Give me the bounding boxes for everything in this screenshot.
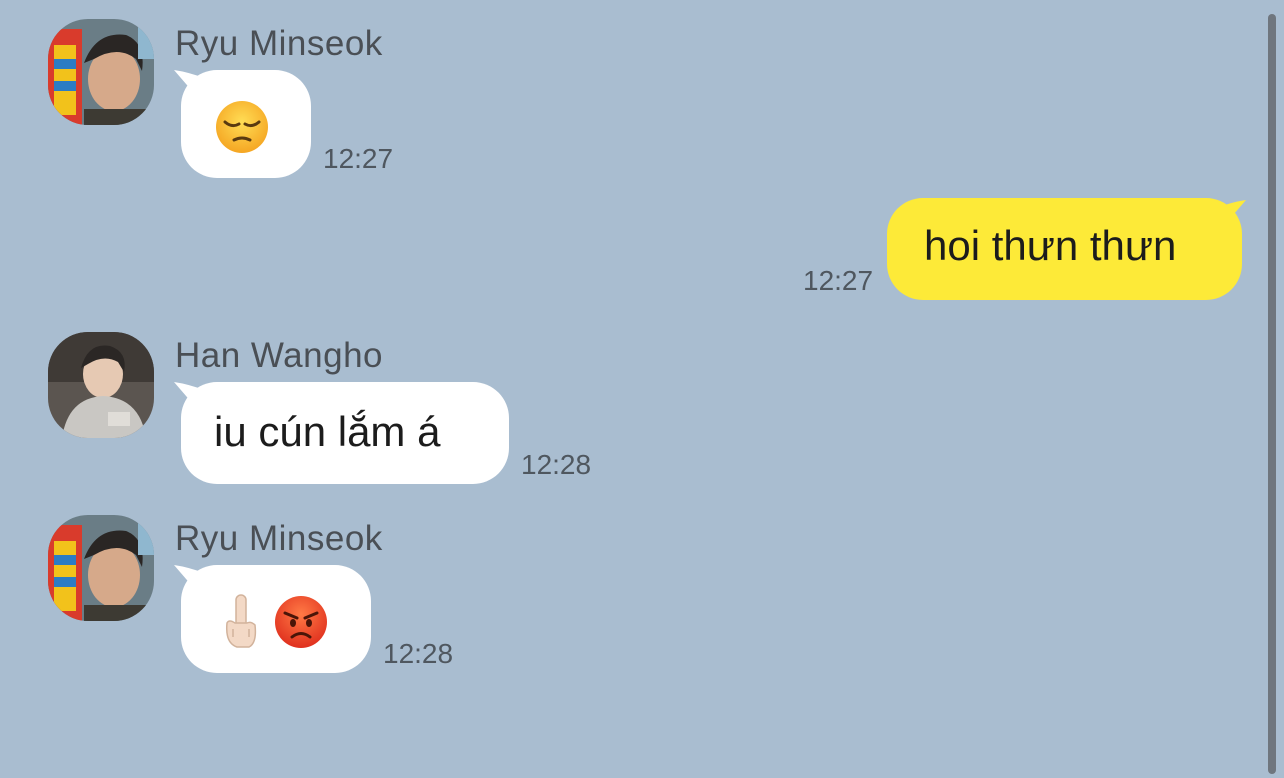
pensive-face-icon [216, 101, 268, 153]
avatar-ryu-minseok[interactable] [48, 19, 154, 125]
message-timestamp: 12:27 [323, 143, 394, 174]
avatar-han-wangho[interactable] [48, 332, 154, 438]
message-bubble[interactable]: iu cún lắm á [181, 382, 509, 484]
message-text: hoi thưn thưn [924, 222, 1177, 269]
message-bubble[interactable] [181, 70, 311, 178]
middle-finger-icon [225, 594, 257, 648]
message-timestamp: 12:27 [803, 265, 874, 296]
message-text: iu cún lắm á [214, 408, 441, 455]
sender-name: Han Wangho [175, 336, 383, 375]
message-bubble[interactable]: hoi thưn thưn [887, 198, 1242, 300]
avatar-photo-icon [48, 19, 154, 125]
sender-name: Ryu Minseok [175, 24, 383, 63]
message-timestamp: 12:28 [383, 638, 454, 669]
bubble-tail-icon [1216, 200, 1246, 230]
chat-window: Ryu Minseok 12:27 12:27 hoi thưn thưn Ha… [0, 0, 1284, 778]
pouting-face-icon [275, 596, 327, 648]
avatar-photo-icon [48, 515, 154, 621]
sender-name: Ryu Minseok [175, 519, 383, 558]
message-timestamp: 12:28 [521, 449, 592, 480]
avatar-photo-icon [48, 332, 154, 438]
scrollbar[interactable] [1268, 14, 1276, 774]
avatar-ryu-minseok[interactable] [48, 515, 154, 621]
message-bubble[interactable] [181, 565, 371, 673]
